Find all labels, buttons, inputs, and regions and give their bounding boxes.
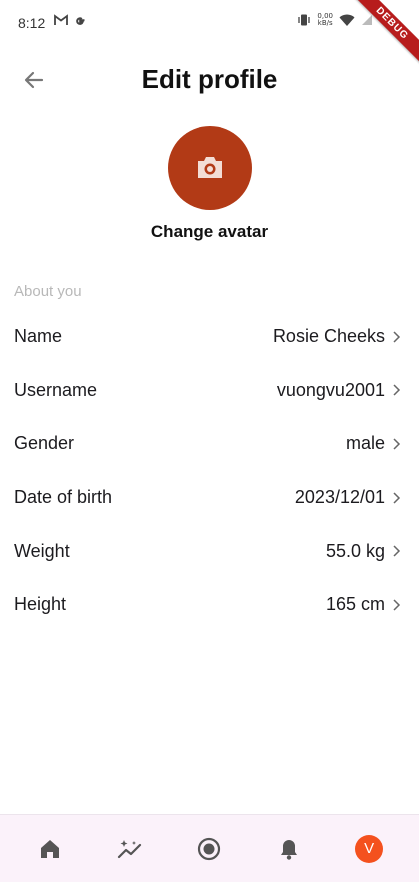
profile-row-name[interactable]: Name Rosie Cheeks — [0, 310, 419, 364]
record-icon — [198, 837, 221, 860]
profile-list: Name Rosie Cheeks Username vuongvu2001 G… — [0, 310, 419, 632]
nav-profile[interactable]: V — [347, 827, 391, 871]
row-label: Weight — [14, 540, 70, 561]
gmail-icon — [54, 14, 68, 25]
avatar-section: Change avatar — [0, 126, 419, 242]
row-value: 165 cm — [325, 594, 385, 615]
nav-notifications[interactable] — [267, 827, 311, 871]
row-label: Date of birth — [14, 487, 113, 508]
chevron-right-icon — [393, 331, 401, 343]
profile-row-weight[interactable]: Weight 55.0 kg — [0, 524, 419, 578]
page-title: Edit profile — [141, 64, 278, 94]
profile-row-height[interactable]: Height 165 cm — [0, 578, 419, 632]
bell-icon — [281, 839, 298, 860]
network-speed: 0,00 kB/s — [317, 12, 333, 27]
nav-record[interactable] — [187, 827, 231, 871]
bottom-navigation: V — [0, 814, 419, 882]
profile-row-username[interactable]: Username vuongvu2001 — [0, 364, 419, 418]
row-value: 55.0 kg — [325, 540, 385, 561]
chevron-right-icon — [393, 545, 401, 557]
change-avatar-button[interactable]: Change avatar — [0, 222, 419, 242]
profile-row-gender[interactable]: Gender male — [0, 417, 419, 471]
home-icon — [40, 839, 59, 858]
profile-avatar: V — [355, 834, 384, 863]
profile-row-date-of-birth[interactable]: Date of birth 2023/12/01 — [0, 471, 419, 525]
row-value: vuongvu2001 — [276, 379, 385, 400]
chevron-right-icon — [393, 492, 401, 504]
row-value: male — [345, 433, 385, 454]
section-header: About you — [14, 283, 82, 300]
row-label: Name — [14, 326, 63, 347]
google-icon — [76, 17, 85, 25]
avatar-button[interactable] — [167, 126, 252, 210]
status-time: 8:12 — [18, 15, 46, 31]
row-label: Height — [14, 594, 67, 615]
sparkle-chart-icon — [117, 839, 141, 858]
app-bar: Edit profile — [0, 56, 419, 104]
row-value: 2023/12/01 — [294, 487, 385, 508]
vibrate-icon — [298, 14, 311, 26]
camera-icon — [197, 157, 222, 178]
chevron-right-icon — [393, 599, 401, 611]
nav-insights[interactable] — [108, 827, 152, 871]
chevron-right-icon — [393, 384, 401, 396]
chevron-right-icon — [393, 438, 401, 450]
row-value: Rosie Cheeks — [272, 326, 385, 347]
row-label: Gender — [14, 433, 75, 454]
nav-home[interactable] — [28, 827, 72, 871]
row-label: Username — [14, 379, 98, 400]
